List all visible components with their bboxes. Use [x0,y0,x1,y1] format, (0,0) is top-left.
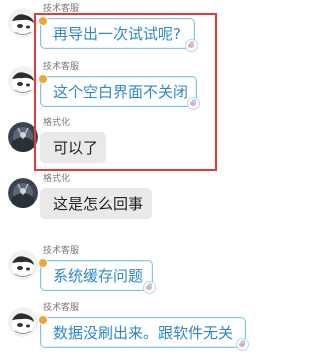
sender-name: 技术客服 [43,303,80,313]
bubble-corner-icon [236,338,249,351]
message-text: 数据没刷出来。跟软件无关 [53,324,234,342]
cartoon-avatar-icon[interactable] [8,250,38,280]
bubble-corner-icon [143,281,156,294]
cartoon-avatar-icon[interactable] [8,307,38,337]
message-bubble[interactable]: 系统缓存问题 [38,258,156,294]
message-bubble[interactable]: 数据没刷出来。跟软件无关 [38,315,249,351]
message-text: 这是怎么回事 [53,195,144,213]
message-text: 系统缓存问题 [53,267,144,285]
bubble-corner-icon [38,315,48,325]
sender-name: 格式化 [43,174,71,184]
sender-name: 技术客服 [43,246,80,256]
message-bubble[interactable]: 这是怎么回事 [40,188,152,219]
bubble-corner-icon [38,258,48,268]
dark-avatar-icon[interactable] [8,178,38,208]
highlight-box [34,13,217,171]
